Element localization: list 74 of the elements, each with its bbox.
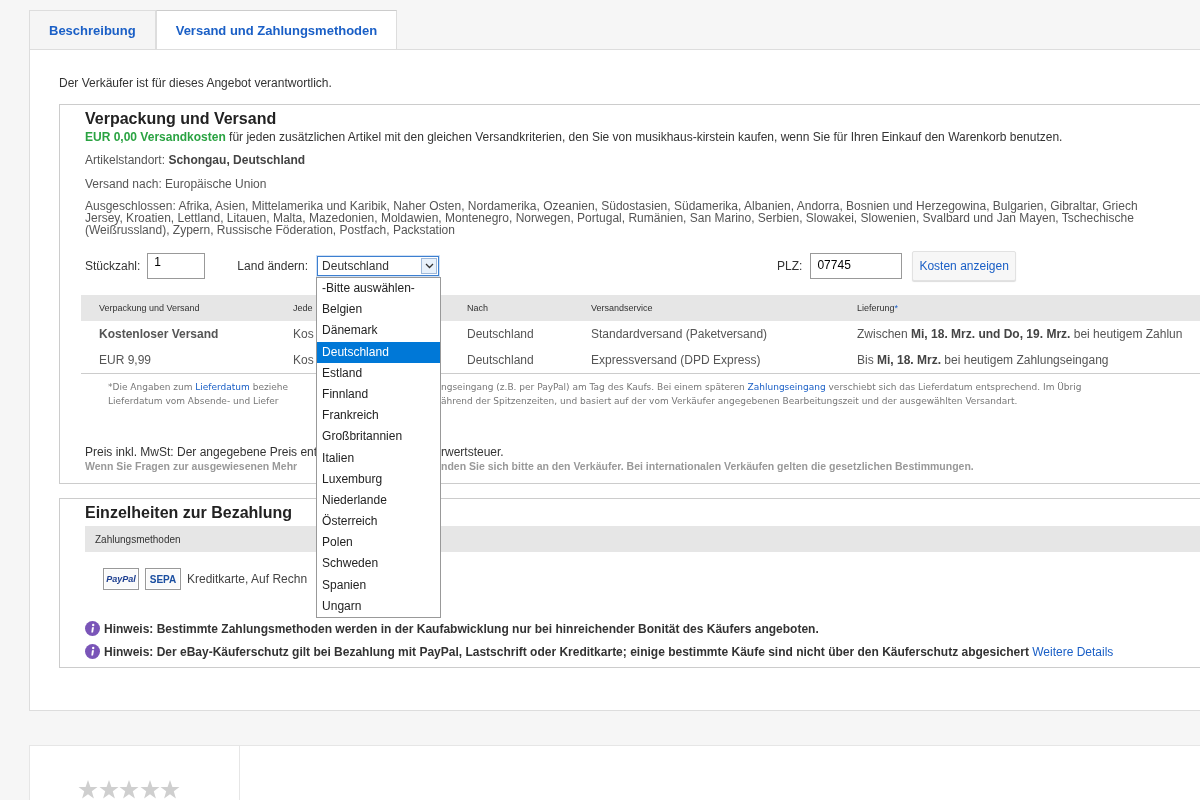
tab[interactable]: Versand und Zahlungsmethoden xyxy=(155,10,398,49)
payment-logo: SEPA xyxy=(145,568,181,590)
country-option[interactable]: Italien xyxy=(317,447,441,469)
footnote-link[interactable]: Lieferdatum xyxy=(195,382,250,392)
tax-hint: nden Sie sich bitte an den Verkäufer. Bei internationalen Verkäufen gelten die gesetzlichen Bestimmungen. xyxy=(441,459,974,473)
country-option[interactable]: Belgien xyxy=(317,299,441,321)
show-costs-button[interactable]: Kosten anzeigen xyxy=(912,251,1016,281)
table-cell: Bis Mi, 18. Mrz. bei heutigem Zahlungseingang xyxy=(857,353,1109,367)
column-header: Lieferung* xyxy=(857,303,899,313)
table-cell: Standardversand (Paketversand) xyxy=(591,327,768,341)
country-option[interactable]: Frankreich xyxy=(317,405,441,427)
country-option[interactable]: Luxemburg xyxy=(317,468,441,490)
country-option[interactable]: Österreich xyxy=(317,511,441,533)
shipping-cost-note: EUR 0,00 Versandkosten für jeden zusätzlichen Artikel mit den gleichen Versandkriterien, den Sie von musikhaus-kirstein kaufen, wenn Sie für Ihren Einkauf den Warenkorb benutzen. xyxy=(85,129,1064,145)
quantity-field[interactable]: 1 xyxy=(147,253,206,279)
star-icon xyxy=(98,780,119,799)
country-option[interactable]: Estland xyxy=(317,362,441,384)
info-icon xyxy=(85,621,100,636)
tab[interactable]: Beschreibung xyxy=(29,10,156,49)
country-label: Land ändern: xyxy=(237,259,309,273)
payment-methods: Kreditkarte, Auf Rechn xyxy=(187,572,308,586)
column-header: Nach xyxy=(467,303,488,313)
section-title: Einzelheiten zur Bezahlung xyxy=(85,503,293,523)
star-icon xyxy=(139,780,160,799)
footnote-text: ährend der Spitzenzeiten, und basiert auf der vom Verkäufer angegebenen Bearbeitungszeit und der ausgewählten Versandart. xyxy=(441,395,1018,408)
star-icon xyxy=(160,780,180,799)
tax-note: rwertsteuer. xyxy=(441,445,504,459)
responsibility-note: Der Verkäufer ist für dieses Angebot verantwortlich. xyxy=(59,76,333,90)
country-option[interactable]: Spanien xyxy=(317,574,441,596)
excluded-regions-line: (Weißrussland), Zypern, Russische Föderation, Postfach, Packstation xyxy=(85,224,455,236)
country-option[interactable]: -Bitte auswählen- xyxy=(317,278,441,300)
hint-text: Hinweis: Bestimmte Zahlungsmethoden werden in der Kaufabwicklung nur bei hinreichender Bonität des Käufers angeboten. xyxy=(104,621,819,636)
zip-label: PLZ: xyxy=(777,259,803,273)
table-cell: Kos xyxy=(293,353,314,367)
ship-to: Versand nach: Europäische Union xyxy=(85,176,268,192)
caret-icon xyxy=(424,263,434,269)
column-header: Zahlungsmethoden xyxy=(95,533,181,545)
column-header: Versandservice xyxy=(591,303,653,313)
section-title: Verpackung und Versand xyxy=(85,109,277,129)
table-cell: Expressversand (DPD Express) xyxy=(591,353,761,367)
excluded-regions-line: Ausgeschlossen: Afrika, Asien, Mittelamerika und Karibik, Naher Osten, Nordamerika, Ozeanien, Südostasien, Südamerika, Albanien, Andorra, Bosnien und Herzegowina, Bulgarien, Gibraltar, Griech xyxy=(85,200,1139,212)
footnote-text: *Die Angaben zum Lieferdatum beziehe xyxy=(108,381,289,394)
details-link[interactable]: Weitere Details xyxy=(1032,644,1114,659)
quantity-label: Stückzahl: xyxy=(85,259,141,273)
table-cell: Kos xyxy=(293,327,314,341)
info-icon xyxy=(85,644,100,659)
country-option[interactable]: Niederlande xyxy=(317,489,441,512)
excluded-regions-line: Jersey, Kroatien, Lettland, Litauen, Malta, Mazedonien, Moldawien, Montenegro, Norwegen, Portugal, Rumänien, San Marino, Serbien, Slowakei, Slowenien, Svalbard und Jan Mayen, Tschechische xyxy=(85,212,1135,224)
country-option[interactable]: Polen xyxy=(317,532,441,554)
star-icon xyxy=(119,780,139,799)
table-cell: Deutschland xyxy=(467,327,534,341)
country-option[interactable]: Deutschland xyxy=(317,341,441,363)
country-option[interactable]: Dänemark xyxy=(317,320,441,342)
country-option[interactable]: Schweden xyxy=(317,553,441,575)
column-header: Jede xyxy=(293,303,313,313)
country-option[interactable]: Finnland xyxy=(317,383,441,406)
table-cell: Deutschland xyxy=(467,353,534,367)
table-cell: Zwischen Mi, 18. Mrz. und Do, 19. Mrz. bei heutigem Zahlun xyxy=(857,327,1183,341)
hint-text: Hinweis: Der eBay-Käuferschutz gilt bei Bezahlung mit PayPal, Lastschrift oder Kreditkarte; einige bestimmte Käufe sind nicht über den Käuferschutz abgesichert Weitere Details xyxy=(104,644,1114,659)
item-location: Artikelstandort: Schongau, Deutschland xyxy=(85,152,307,168)
footnote-text: ngseingang (z.B. per PayPal) am Tag des Kaufs. Bei einem späteren Zahlungseingang verschiebt sich das Lieferdatum entsprechend. Im Übrig xyxy=(441,381,1082,394)
country-option[interactable]: Großbritannien xyxy=(317,426,441,448)
table-cell-text: EUR 9,99 xyxy=(98,353,152,367)
column-header: Verpackung und Versand xyxy=(98,303,200,313)
table-cell-text: Kostenloser Versand xyxy=(98,327,219,341)
country-option[interactable]: Ungarn xyxy=(317,595,441,617)
zip-field[interactable]: 07745 xyxy=(810,253,903,279)
footnote-text: Lieferdatum vom Absende- und Liefer xyxy=(108,395,280,408)
tax-hint: Wenn Sie Fragen zur ausgewiesenen Mehr xyxy=(85,459,299,473)
star-icon xyxy=(78,780,98,799)
tax-note: Preis inkl. MwSt: Der angegebene Preis ent xyxy=(85,445,314,459)
country-select[interactable]: Deutschland xyxy=(317,256,440,276)
footnote-link[interactable]: Zahlungseingang xyxy=(747,382,826,392)
payment-logo: PayPal xyxy=(103,568,139,590)
